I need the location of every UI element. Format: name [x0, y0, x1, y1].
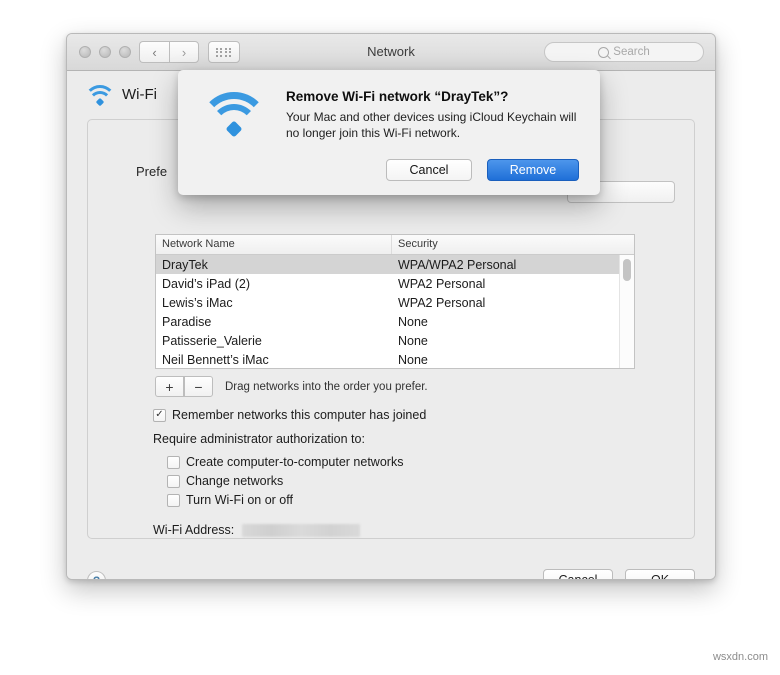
remove-network-button[interactable]: − [184, 376, 213, 397]
checkbox-label: Remember networks this computer has join… [172, 408, 427, 422]
column-header-network-name[interactable]: Network Name [156, 235, 392, 254]
cell-security: WPA2 Personal [398, 276, 486, 291]
cell-network-name: Patisserie_Valerie [162, 333, 262, 348]
dialog-title: Remove Wi-Fi network “DrayTek”? [286, 89, 509, 104]
search-placeholder: Search [613, 46, 650, 58]
checkbox-checked-icon: ✓ [153, 408, 166, 422]
cell-network-name: Lewis’s iMac [162, 295, 233, 310]
checkbox-label: Change networks [186, 474, 284, 488]
screenshot-root: ‹ › Network Search Wi-Fi Prefe Network N… [0, 0, 780, 675]
search-icon [598, 46, 610, 58]
preferred-networks-label: Prefe [136, 164, 168, 179]
cancel-button[interactable]: Cancel [543, 569, 613, 579]
remember-networks-checkbox[interactable]: ✓ Remember networks this computer has jo… [153, 408, 426, 422]
wifi-icon [84, 85, 116, 106]
cell-security: WPA/WPA2 Personal [398, 257, 517, 272]
column-header-security[interactable]: Security [392, 235, 634, 254]
wifi-address-label: Wi-Fi Address: [153, 523, 235, 537]
create-networks-checkbox[interactable]: Create computer-to-computer networks [167, 455, 403, 469]
table-row[interactable]: David’s iPad (2) WPA2 Personal [156, 274, 634, 293]
cell-network-name: David’s iPad (2) [162, 276, 251, 291]
service-name-label: Wi-Fi [122, 86, 157, 103]
table-row[interactable]: DrayTek WPA/WPA2 Personal [156, 255, 634, 274]
checkbox-icon [167, 493, 180, 507]
watermark: wsxdn.com [712, 651, 768, 663]
window-titlebar: ‹ › Network Search [67, 34, 715, 71]
add-remove-network-group: + − [155, 376, 213, 397]
remove-network-dialog: Remove Wi-Fi network “DrayTek”? Your Mac… [178, 70, 600, 195]
cell-security: None [398, 314, 428, 329]
search-input[interactable]: Search [544, 42, 704, 62]
checkbox-icon [167, 455, 180, 469]
cell-network-name: Neil Bennett’s iMac [162, 352, 269, 367]
dialog-remove-button[interactable]: Remove [487, 159, 579, 181]
table-row[interactable]: Patisserie_Valerie None [156, 331, 634, 350]
cell-network-name: Paradise [162, 314, 212, 329]
table-row[interactable]: Paradise None [156, 312, 634, 331]
add-network-button[interactable]: + [155, 376, 184, 397]
wifi-address-row: Wi-Fi Address: [153, 523, 361, 537]
scrollbar-thumb[interactable] [623, 259, 631, 281]
drag-hint-text: Drag networks into the order you prefer. [225, 381, 428, 393]
checkbox-label: Create computer-to-computer networks [186, 455, 404, 469]
help-button[interactable]: ? [87, 571, 106, 579]
cell-security: None [398, 352, 428, 367]
preferred-networks-table[interactable]: Network Name Security DrayTek WPA/WPA2 P… [155, 234, 635, 369]
require-admin-label: Require administrator authorization to: [153, 432, 365, 446]
dialog-message: Your Mac and other devices using iCloud … [286, 110, 577, 140]
checkbox-icon [167, 474, 180, 488]
table-scrollbar[interactable] [619, 255, 634, 368]
ok-button[interactable]: OK [625, 569, 695, 579]
checkbox-label: Turn Wi-Fi on or off [186, 493, 293, 507]
table-header-row: Network Name Security [156, 235, 634, 255]
service-header: Wi-Fi [84, 85, 157, 106]
turn-wifi-checkbox[interactable]: Turn Wi-Fi on or off [167, 493, 293, 507]
dialog-cancel-button[interactable]: Cancel [386, 159, 472, 181]
table-row[interactable]: Neil Bennett’s iMac None [156, 350, 634, 368]
change-networks-checkbox[interactable]: Change networks [167, 474, 283, 488]
cell-network-name: DrayTek [162, 257, 208, 272]
table-body: DrayTek WPA/WPA2 Personal David’s iPad (… [156, 255, 634, 368]
cell-security: None [398, 333, 428, 348]
table-row[interactable]: Lewis’s iMac WPA2 Personal [156, 293, 634, 312]
cell-security: WPA2 Personal [398, 295, 486, 310]
wifi-address-value-redacted [242, 523, 361, 537]
wifi-icon [199, 92, 269, 138]
